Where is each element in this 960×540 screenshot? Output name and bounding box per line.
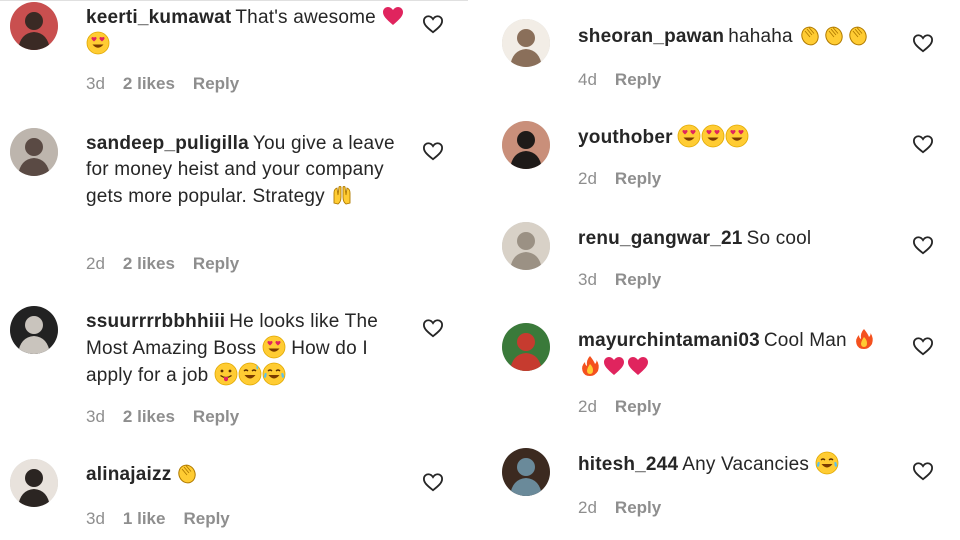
heart-outline-icon[interactable]	[912, 134, 934, 154]
username-link[interactable]: alinajaizz	[86, 464, 171, 485]
timestamp[interactable]: 3d	[86, 407, 105, 426]
comment-body: renu_gangwar_21 So cool	[578, 226, 900, 252]
username-link[interactable]: sandeep_puligilla	[86, 133, 249, 154]
reply-button[interactable]: Reply	[615, 498, 661, 517]
username-link[interactable]: keerti_kumawat	[86, 7, 231, 28]
comment-body: ssuurrrrbbhhiii He looks like The Most Am…	[86, 309, 408, 389]
right-comment-column: sheoran_pawan hahaha 4d Reply youthober 2d Re…	[492, 0, 960, 540]
comment-text: So cool	[746, 228, 812, 249]
likes-count[interactable]: 2 likes	[123, 254, 175, 273]
clapping-hands-emoji-icon	[175, 461, 199, 485]
avatar[interactable]	[10, 128, 58, 176]
timestamp[interactable]: 2d	[578, 397, 597, 416]
heart-outline-icon[interactable]	[912, 336, 934, 356]
comment-meta: 2d Reply	[578, 169, 679, 189]
username-link[interactable]: ssuurrrrbbhhiii	[86, 311, 225, 332]
comment-body: sheoran_pawan hahaha	[578, 23, 900, 50]
tears-of-joy-emoji-icon	[815, 451, 839, 475]
likes-count[interactable]: 2 likes	[123, 74, 175, 93]
heart-outline-icon[interactable]	[422, 318, 444, 338]
avatar[interactable]	[10, 306, 58, 354]
red-heart-emoji-icon	[602, 354, 626, 378]
tears-of-joy-emoji-icon	[262, 362, 286, 386]
username-link[interactable]: youthober	[578, 127, 673, 148]
reply-button[interactable]: Reply	[193, 407, 239, 426]
heart-eyes-emoji-icon	[86, 31, 110, 55]
timestamp[interactable]: 3d	[86, 74, 105, 93]
reply-button[interactable]: Reply	[615, 270, 661, 289]
comment-meta: 2d 2 likes Reply	[86, 254, 257, 274]
comment-text: Cool Man	[763, 330, 853, 351]
timestamp[interactable]: 3d	[86, 509, 105, 528]
reply-button[interactable]: Reply	[615, 397, 661, 416]
avatar[interactable]	[10, 459, 58, 507]
avatar[interactable]	[10, 2, 58, 50]
timestamp[interactable]: 4d	[578, 70, 597, 89]
comment-meta: 3d 1 like Reply	[86, 509, 248, 529]
comment-text: hahaha	[728, 26, 799, 47]
comment-body: alinajaizz	[86, 461, 408, 488]
heart-outline-icon[interactable]	[912, 461, 934, 481]
heart-outline-icon[interactable]	[912, 33, 934, 53]
reply-button[interactable]: Reply	[193, 74, 239, 93]
timestamp[interactable]: 2d	[578, 169, 597, 188]
comment-body: mayurchintamani03 Cool Man	[578, 327, 900, 381]
avatar[interactable]	[502, 19, 550, 67]
avatar[interactable]	[502, 222, 550, 270]
comment-body: hitesh_244 Any Vacancies	[578, 451, 900, 478]
heart-outline-icon[interactable]	[912, 235, 934, 255]
timestamp[interactable]: 2d	[86, 254, 105, 273]
tongue-out-emoji-icon	[214, 362, 238, 386]
clapping-hands-emoji-icon	[822, 23, 846, 47]
comment-meta: 2d Reply	[578, 397, 679, 417]
reply-button[interactable]: Reply	[183, 509, 229, 528]
sweat-smile-emoji-icon	[238, 362, 262, 386]
username-link[interactable]: mayurchintamani03	[578, 330, 760, 351]
raising-hands-emoji-icon	[330, 183, 354, 207]
heart-eyes-emoji-icon	[701, 124, 725, 148]
comment-meta: 4d Reply	[578, 70, 679, 90]
clapping-hands-emoji-icon	[798, 23, 822, 47]
likes-count[interactable]: 2 likes	[123, 407, 175, 426]
username-link[interactable]: hitesh_244	[578, 454, 678, 475]
reply-button[interactable]: Reply	[615, 70, 661, 89]
avatar[interactable]	[502, 448, 550, 496]
timestamp[interactable]: 2d	[578, 498, 597, 517]
comments-screenshot: keerti_kumawat That's awesome 3d 2 likes Re…	[0, 0, 960, 540]
timestamp[interactable]: 3d	[578, 270, 597, 289]
divider	[0, 0, 468, 1]
avatar[interactable]	[502, 121, 550, 169]
left-comment-column: keerti_kumawat That's awesome 3d 2 likes Re…	[0, 0, 468, 540]
fire-emoji-icon	[852, 327, 876, 351]
comment-meta: 3d 2 likes Reply	[86, 74, 257, 94]
likes-count[interactable]: 1 like	[123, 509, 166, 528]
heart-outline-icon[interactable]	[422, 14, 444, 34]
comment-body: keerti_kumawat That's awesome	[86, 4, 408, 58]
avatar[interactable]	[502, 323, 550, 371]
username-link[interactable]: renu_gangwar_21	[578, 228, 743, 249]
comment-body: sandeep_puligilla You give a leave for mo…	[86, 131, 408, 210]
heart-outline-icon[interactable]	[422, 472, 444, 492]
fire-emoji-icon	[578, 354, 602, 378]
heart-eyes-emoji-icon	[725, 124, 749, 148]
username-link[interactable]: sheoran_pawan	[578, 26, 724, 47]
reply-button[interactable]: Reply	[193, 254, 239, 273]
red-heart-emoji-icon	[626, 354, 650, 378]
comment-meta: 2d Reply	[578, 498, 679, 518]
comment-text: That's awesome	[235, 7, 382, 28]
clapping-hands-emoji-icon	[846, 23, 870, 47]
heart-eyes-emoji-icon	[677, 124, 701, 148]
reply-button[interactable]: Reply	[615, 169, 661, 188]
comment-text: Any Vacancies	[682, 454, 815, 475]
comment-meta: 3d Reply	[578, 270, 679, 290]
heart-outline-icon[interactable]	[422, 141, 444, 161]
heart-eyes-emoji-icon	[262, 335, 286, 359]
comment-meta: 3d 2 likes Reply	[86, 407, 257, 427]
red-heart-emoji-icon	[381, 4, 405, 28]
comment-body: youthober	[578, 124, 900, 151]
